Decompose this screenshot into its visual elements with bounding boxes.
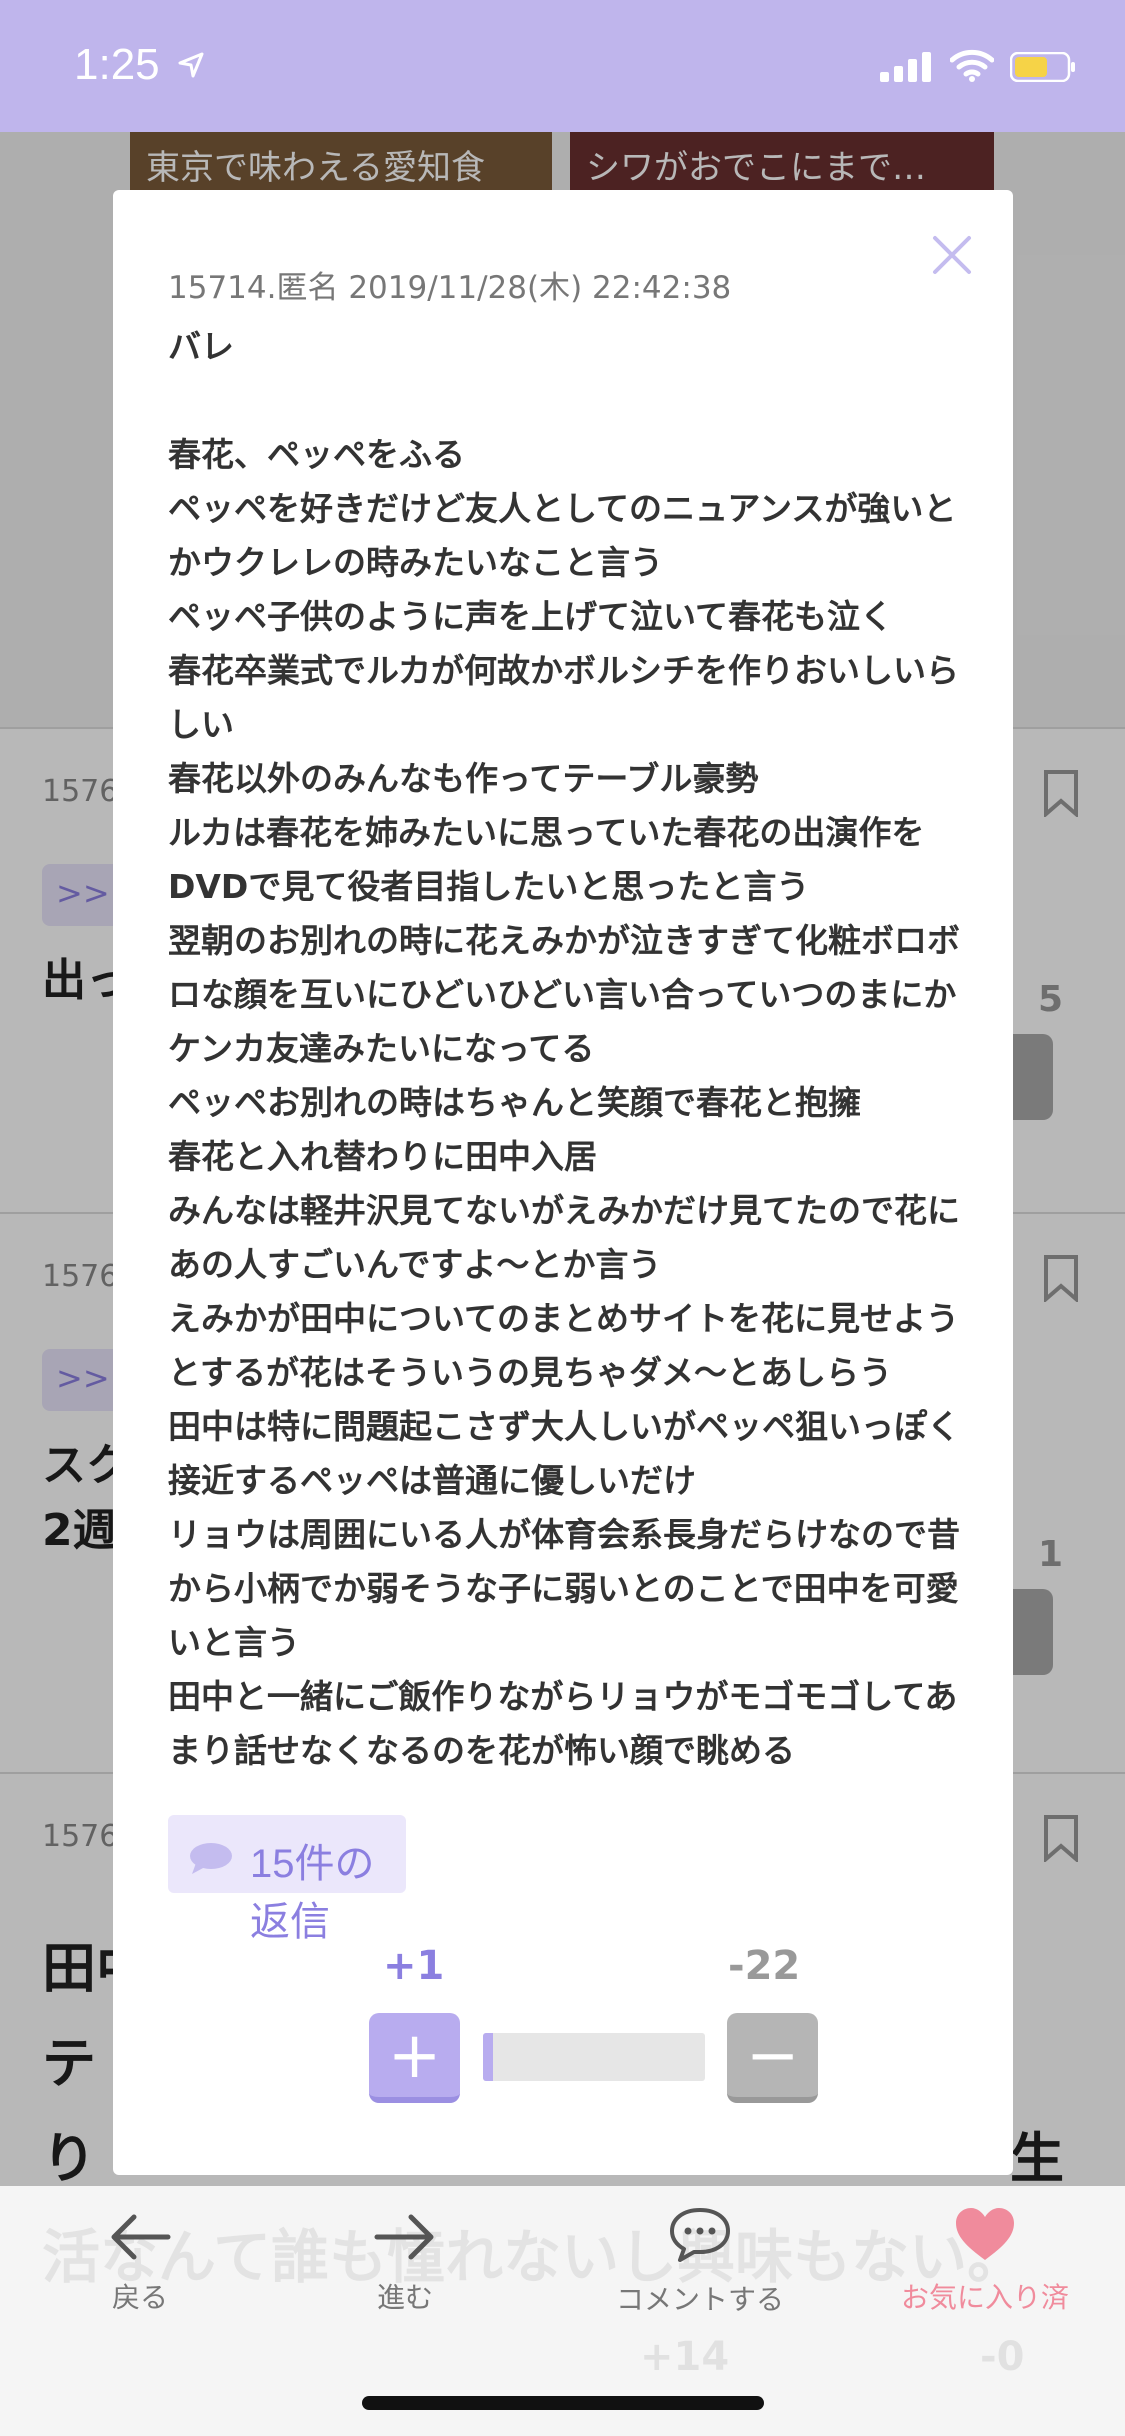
status-bar: 1:25 xyxy=(0,0,1125,132)
comment-line: ペッペ子供のように声を上げて泣いて春花も泣く xyxy=(168,597,894,636)
comment-modal: 15714.匿名 2019/11/28(木) 22:42:38 バレ春花、ペッペ… xyxy=(113,190,1013,2175)
comment-line: いと言う xyxy=(168,1623,300,1662)
heart-icon xyxy=(956,2208,1014,2260)
comment-line: DVDで見て役者目指したいと思ったと言う xyxy=(168,867,810,906)
replies-label: 15件の返信 xyxy=(250,1842,375,1944)
nav-back-label: 戻る xyxy=(111,2282,168,2313)
comment-line: ロな顔を互いにひどいひどい言い合っていつのまにか xyxy=(168,975,957,1014)
plus-icon: + xyxy=(387,2019,442,2093)
comment-line: ペッペを好きだけど友人としてのニュアンスが強いと xyxy=(168,489,957,528)
comment-icon xyxy=(670,2208,730,2262)
status-time: 1:25 xyxy=(74,40,160,89)
vote-ratio-bar xyxy=(483,2033,705,2081)
comment-line: バレ xyxy=(168,327,234,366)
nav-comment-label: コメントする xyxy=(615,2284,784,2315)
comment-line: 春花以外のみんなも作ってテーブル豪勢 xyxy=(168,759,759,798)
signal-icon xyxy=(880,52,931,82)
comment-line: えみかが田中についてのまとめサイトを花に見せよう xyxy=(168,1299,960,1338)
comment-line: ペッペお別れの時はちゃんと笑顔で春花と抱擁 xyxy=(168,1083,861,1122)
minus-count: -22 xyxy=(728,1943,801,1989)
comment-line: あの人すごいんですよ〜とか言う xyxy=(168,1245,662,1284)
comment-line: みんなは軽井沢見てないがえみかだけ見てたので花に xyxy=(168,1191,960,1230)
plus-vote-button[interactable]: + xyxy=(369,2013,460,2103)
nav-back-button[interactable]: 戻る xyxy=(100,2212,180,2316)
nav-favorite-label: お気に入り済 xyxy=(900,2282,1069,2313)
comment-line: から小柄でか弱そうな子に弱いとのことで田中を可愛 xyxy=(168,1569,959,1608)
comment-line: 春花、ペッペをふる xyxy=(168,435,465,474)
minus-icon: − xyxy=(745,2019,800,2093)
background-plus-count: +14 xyxy=(640,2334,730,2380)
speech-bubble-icon xyxy=(190,1843,232,1874)
comment-line xyxy=(168,374,968,428)
comment-line: リョウは周囲にいる人が体育会系長身だらけなので昔 xyxy=(168,1515,960,1554)
comment-line: しい xyxy=(168,705,234,744)
comment-line: ルカは春花を姉みたいに思っていた春花の出演作を xyxy=(168,813,925,852)
battery-icon xyxy=(1010,52,1075,82)
comment-line: 翌朝のお別れの時に花えみかが泣きすぎて化粧ボロボ xyxy=(168,921,960,960)
comment-line: 田中と一緒にご飯作りながらリョウがモゴモゴしてあ xyxy=(168,1677,958,1716)
nav-forward-button[interactable]: 進む xyxy=(365,2212,445,2316)
location-arrow-icon xyxy=(178,52,204,78)
comment-line: ケンカ友達みたいになってる xyxy=(168,1029,595,1068)
close-icon[interactable] xyxy=(929,232,975,278)
background-comment-text: 活なんて誰も憧れないし興味もない。 xyxy=(42,2223,1026,2291)
comment-line: とするが花はそういうの見ちゃダメ〜とあしらう xyxy=(168,1353,893,1392)
home-indicator xyxy=(362,2396,764,2410)
minus-vote-button[interactable]: − xyxy=(727,2013,818,2103)
comment-line: まり話せなくなるのを花が怖い顔で眺める xyxy=(168,1731,795,1770)
replies-button[interactable]: 15件の返信 xyxy=(168,1815,406,1944)
arrow-left-icon xyxy=(111,2214,171,2260)
nav-favorite-button[interactable]: お気に入り済 xyxy=(890,2206,1080,2316)
comment-line: 春花卒業式でルカが何故かボルシチを作りおいしいら xyxy=(168,651,960,690)
arrow-right-icon xyxy=(374,2214,434,2260)
background-minus-count: -0 xyxy=(980,2334,1025,2380)
comment-line: 接近するペッペは普通に優しいだけ xyxy=(168,1461,696,1500)
plus-count: +1 xyxy=(383,1943,445,1989)
wifi-icon xyxy=(950,49,994,82)
comment-meta: 15714.匿名 2019/11/28(木) 22:42:38 xyxy=(168,270,732,306)
comment-body: バレ春花、ペッペをふるペッペを好きだけど友人としてのニュアンスが強いと かウクレレ… xyxy=(168,320,968,1778)
comment-line: 春花と入れ替わりに田中入居 xyxy=(168,1137,597,1176)
nav-forward-label: 進む xyxy=(376,2282,433,2313)
vote-ratio-fill xyxy=(483,2033,493,2081)
nav-comment-button[interactable]: コメントする xyxy=(605,2206,795,2318)
comment-line: 田中は特に問題起こさず大人しいがペッペ狙いっぽく xyxy=(168,1407,960,1446)
comment-line: かウクレレの時みたいなこと言う xyxy=(168,543,663,582)
